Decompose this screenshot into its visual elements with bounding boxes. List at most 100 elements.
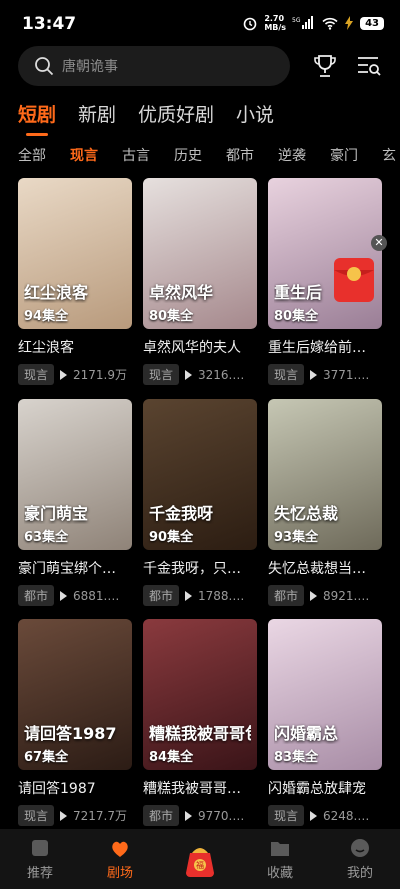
filter-search-icon[interactable] — [355, 52, 383, 80]
drama-poster[interactable]: 糟糕我被哥哥包了 84集全 — [143, 619, 257, 770]
episode-count: 93集全 — [274, 530, 319, 545]
drama-title[interactable]: 重生后嫁给前… — [268, 337, 382, 357]
drama-card[interactable]: 红尘浪客 94集全 红尘浪客 现言 2171.9万 — [18, 178, 132, 385]
genre-tag: 现言 — [18, 805, 55, 826]
drama-meta: 现言 2171.9万 — [18, 364, 132, 385]
drama-title[interactable]: 红尘浪客 — [18, 337, 132, 357]
genre-urban[interactable]: 都市 — [226, 145, 254, 165]
genre-ancient-romance[interactable]: 古言 — [122, 145, 150, 165]
genre-comeback[interactable]: 逆袭 — [278, 145, 306, 165]
genre-modern-romance[interactable]: 现言 — [70, 145, 98, 165]
play-icon — [185, 590, 193, 601]
drama-poster[interactable]: 闪婚霸总 83集全 — [268, 619, 382, 770]
drama-meta: 都市 8921.… — [268, 585, 382, 606]
play-count: 3771.… — [323, 367, 370, 382]
search-bar[interactable]: 唐朝诡事 — [18, 46, 290, 86]
episode-count: 63集全 — [24, 530, 69, 545]
drama-meta: 现言 3216.… — [143, 364, 257, 385]
red-packet-icon[interactable] — [330, 252, 378, 304]
genre-history[interactable]: 历史 — [174, 145, 202, 165]
tab-novel[interactable]: 小说 — [236, 100, 274, 127]
genre-tag: 都市 — [143, 585, 180, 606]
genre-filter: 全部 现言 古言 历史 都市 逆袭 豪门 玄 — [18, 145, 400, 165]
drama-card[interactable]: 千金我呀 90集全千金我呀，只… 都市 1788.… — [143, 399, 257, 606]
drama-poster[interactable]: 豪门萌宝 63集全 — [18, 399, 132, 550]
search-placeholder: 唐朝诡事 — [62, 59, 118, 75]
drama-poster[interactable]: 请回答1987 67集全 — [18, 619, 132, 770]
play-icon — [310, 590, 318, 601]
theater-icon — [112, 841, 128, 857]
drama-title[interactable]: 糟糕我被哥哥… — [143, 778, 257, 798]
poster-artwork: 闪婚霸总 — [274, 724, 339, 743]
drama-meta: 现言 3771.… — [268, 364, 382, 385]
genre-tag: 现言 — [18, 364, 55, 385]
drama-card[interactable]: 豪门萌宝 63集全豪门萌宝绑个… 都市 6881.… — [18, 399, 132, 606]
search-icon — [35, 57, 54, 76]
tab-new-drama[interactable]: 新剧 — [78, 100, 116, 127]
drama-card[interactable]: 失忆总裁 93集全失忆总裁想当… 都市 8921.… — [268, 399, 382, 606]
genre-fantasy[interactable]: 玄 — [382, 145, 396, 165]
nav-theater[interactable]: 剧场 — [80, 829, 160, 889]
episode-count: 67集全 — [24, 750, 69, 765]
drama-poster[interactable]: 千金我呀 90集全 — [143, 399, 257, 550]
drama-meta: 都市 6881.… — [18, 585, 132, 606]
nav-profile[interactable]: 我的 — [320, 829, 400, 889]
genre-tag: 现言 — [143, 364, 180, 385]
episode-count: 80集全 — [149, 309, 194, 324]
svg-text:5G: 5G — [292, 17, 301, 24]
drama-poster[interactable]: 失忆总裁 93集全 — [268, 399, 382, 550]
nav-lucky-bag[interactable]: 福 — [160, 829, 240, 889]
drama-card[interactable]: 闪婚霸总 83集全闪婚霸总放肆宠 现言 6248.… — [268, 619, 382, 826]
genre-tag: 都市 — [268, 585, 305, 606]
primary-tabs: 短剧 新剧 优质好剧 小说 — [18, 100, 274, 136]
drama-meta: 现言 6248.… — [268, 805, 382, 826]
close-icon[interactable]: ✕ — [371, 235, 387, 251]
recommend-icon — [32, 840, 48, 856]
drama-card[interactable]: 糟糕我被哥哥包了 84集全糟糕我被哥哥… 都市 9770.… — [143, 619, 257, 826]
signal-icon: 5G — [292, 16, 314, 29]
poster-artwork: 卓然风华 — [149, 283, 214, 302]
play-icon — [185, 810, 193, 821]
poster-artwork: 失忆总裁 — [274, 504, 339, 523]
nav-favorites[interactable]: 收藏 — [240, 829, 320, 889]
drama-title[interactable]: 卓然风华的夫人 — [143, 337, 257, 357]
play-icon — [185, 369, 193, 380]
play-count: 9770.… — [198, 808, 245, 823]
poster-artwork: 红尘浪客 — [24, 283, 89, 302]
episode-count: 94集全 — [24, 309, 69, 324]
status-icons: 2.70 MB/s 5G 43 — [242, 14, 384, 32]
tab-short-drama[interactable]: 短剧 — [18, 100, 56, 136]
nav-recommend[interactable]: 推荐 — [0, 829, 80, 889]
drama-card[interactable]: 请回答1987 67集全请回答1987 现言 7217.7万 — [18, 619, 132, 826]
genre-tag: 都市 — [18, 585, 55, 606]
poster-artwork: 豪门萌宝 — [24, 504, 89, 523]
tab-quality-drama[interactable]: 优质好剧 — [138, 100, 214, 127]
drama-title[interactable]: 闪婚霸总放肆宠 — [268, 778, 382, 798]
drama-card[interactable]: 卓然风华 80集全卓然风华的夫人 现言 3216.… — [143, 178, 257, 385]
play-icon — [310, 369, 318, 380]
drama-meta: 都市 1788.… — [143, 585, 257, 606]
trophy-icon[interactable] — [311, 52, 339, 80]
genre-wealthy[interactable]: 豪门 — [330, 145, 358, 165]
drama-title[interactable]: 请回答1987 — [18, 778, 132, 798]
genre-tag: 都市 — [143, 805, 180, 826]
drama-title[interactable]: 千金我呀，只… — [143, 558, 257, 578]
battery-level: 43 — [360, 16, 384, 30]
bottom-nav: 推荐 剧场 福 收藏 我的 — [0, 829, 400, 889]
drama-meta: 现言 7217.7万 — [18, 805, 132, 826]
wifi-icon — [322, 17, 338, 30]
folder-icon — [271, 842, 289, 856]
drama-title[interactable]: 失忆总裁想当… — [268, 558, 382, 578]
genre-all[interactable]: 全部 — [18, 145, 46, 165]
play-count: 6248.… — [323, 808, 370, 823]
play-icon — [310, 810, 318, 821]
drama-poster[interactable]: 红尘浪客 94集全 — [18, 178, 132, 329]
episode-count: 84集全 — [149, 750, 194, 765]
status-bar: 13:47 2.70 MB/s 5G 43 — [0, 0, 400, 46]
play-count: 1788.… — [198, 588, 245, 603]
drama-title[interactable]: 豪门萌宝绑个… — [18, 558, 132, 578]
genre-tag: 现言 — [268, 805, 305, 826]
drama-poster[interactable]: 卓然风华 80集全 — [143, 178, 257, 329]
svg-text:福: 福 — [196, 861, 204, 870]
play-count: 2171.9万 — [73, 368, 128, 382]
